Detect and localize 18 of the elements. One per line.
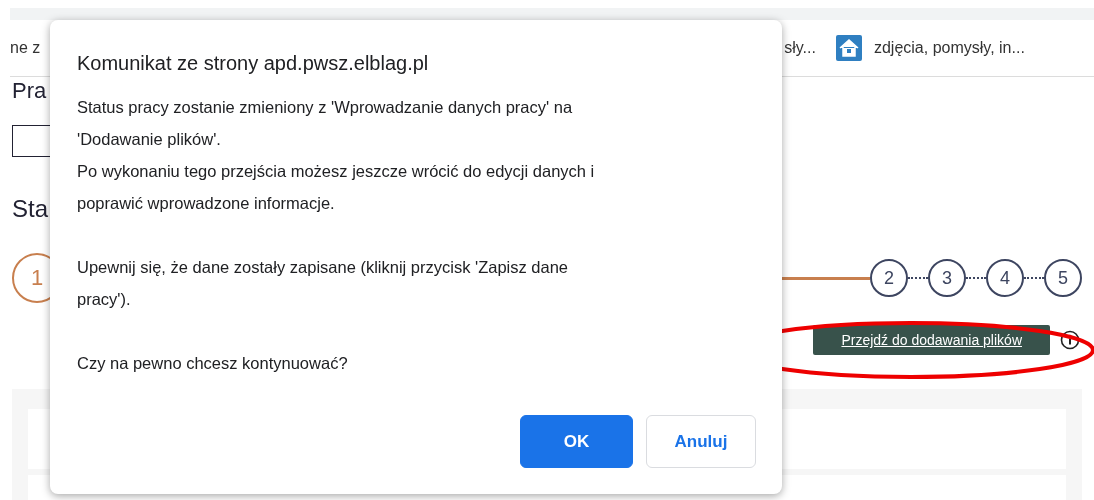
step-circle[interactable]: 5 [1044,259,1082,297]
page-heading: Pra [12,79,47,103]
step-circle[interactable]: 3 [928,259,966,297]
bookmark-label[interactable]: zdjęcia, pomysły, in... [873,39,1025,57]
dialog-message: Upewnij się, że dane zostały zapisane (kliknij przycisk 'Zapisz dane pracy'). [77,257,570,310]
cancel-button[interactable]: Anuluj [646,415,756,468]
info-icon[interactable] [1060,330,1080,350]
step-circle[interactable]: 4 [986,259,1024,297]
bookmark-label[interactable]: ne z [10,39,41,57]
dialog-title: Komunikat ze strony apd.pwsz.elblag.pl [77,52,430,75]
next-step-button[interactable]: Przejdź do dodawania plików [813,325,1050,355]
dialog-message: Czy na pewno chcesz kontynuować? [77,353,349,374]
step-circle[interactable]: 2 [870,259,908,297]
dialog-message: Status pracy zostanie zmieniony z 'Wprowadzanie danych pracy' na 'Dodawanie plików'. Po wykonaniu tego przejścia możesz jeszcze wrócić do edycji danych i poprawić wprowadzone informacje. [77,97,596,214]
bookmark-label[interactable]: sły... [784,39,816,57]
ok-button[interactable]: OK [520,415,633,468]
section-title: Sta [12,195,49,223]
house-icon [835,35,862,61]
